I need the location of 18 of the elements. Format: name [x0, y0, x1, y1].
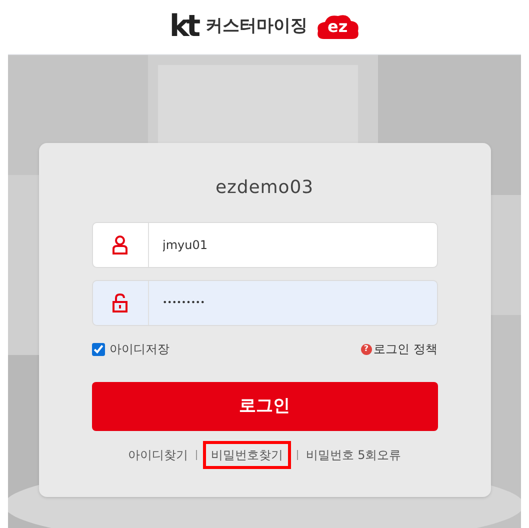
password-field[interactable]: •••••••••	[148, 281, 436, 325]
text-link[interactable]: 비밀번호찾기	[202, 441, 291, 469]
badge-logo: ez	[316, 13, 360, 41]
remember-label: 아이디저장	[110, 341, 170, 358]
unlock-icon	[112, 293, 128, 313]
user-icon	[112, 235, 128, 255]
help-icon: ?	[360, 344, 372, 354]
id-field[interactable]: jmyu01	[148, 223, 436, 267]
login-button[interactable]: 로그인	[92, 382, 438, 431]
site-name: ezdemo03	[215, 176, 314, 200]
id-field[interactable]: jmyu01	[92, 222, 438, 268]
policy-link[interactable]: ? 로그인 정책	[360, 340, 438, 358]
service-name: 커스터마이징	[206, 15, 308, 38]
password-field[interactable]: •••••••••	[92, 280, 438, 326]
brand-logo: kt	[169, 12, 198, 42]
remember-checkbox[interactable]	[92, 342, 104, 356]
text-link[interactable]: 아이디찾기	[126, 446, 190, 464]
text-link[interactable]: 비밀번호 5회오류	[304, 446, 404, 464]
